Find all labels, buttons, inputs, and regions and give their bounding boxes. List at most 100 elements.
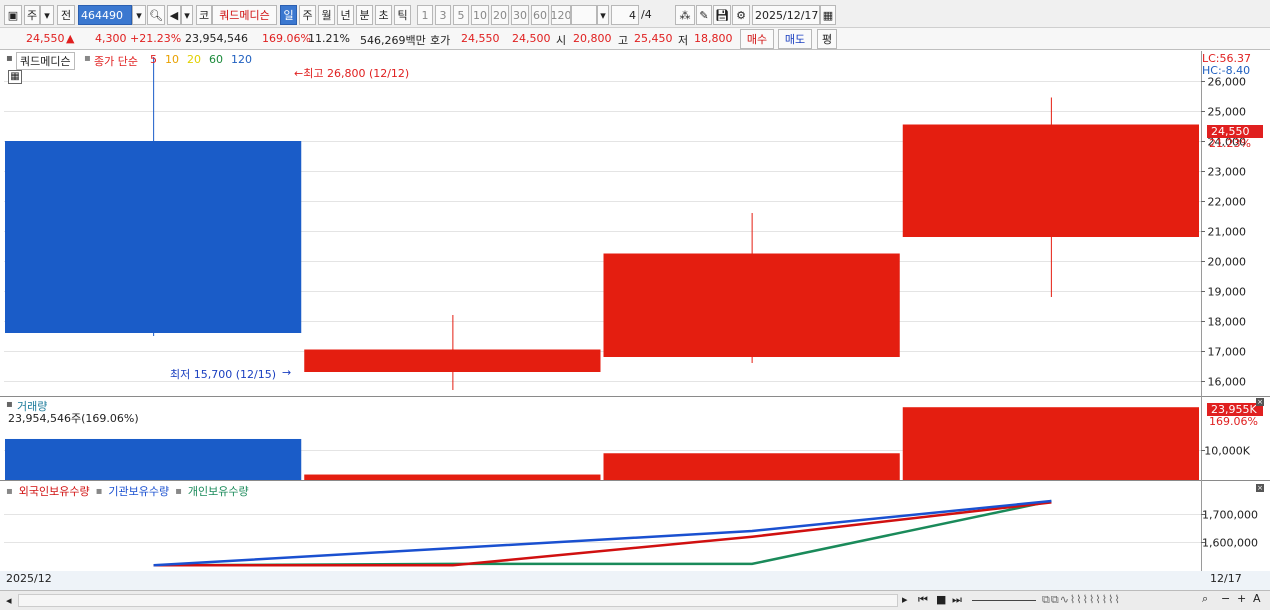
horizontal-scrollbar[interactable] [18,594,898,607]
window-menu-icon[interactable]: ▣ [4,5,22,25]
zoom-in-icon[interactable]: + [1237,592,1246,605]
buy-button[interactable]: 매수 [740,29,774,49]
save-icon[interactable]: 💾︎ [713,5,731,25]
interval-button-3[interactable]: 10 [471,5,489,25]
high-price: 25,450 [634,32,673,45]
volume-percent: 169.06% [1209,415,1258,428]
interval-button-6[interactable]: 60 [531,5,549,25]
page-value: 4 [629,8,636,22]
stock-name-field[interactable]: 쿼드메디슨 [212,5,277,25]
zoom-slider[interactable] [972,600,1036,601]
volume-bar [902,407,1199,480]
draw-icon[interactable]: ✎ [696,5,712,25]
price-tick-label: 25,000 [1208,106,1247,119]
interval-button-0[interactable]: 1 [417,5,433,25]
sell-button[interactable]: 매도 [778,29,812,49]
ma-legend-item: 10 [165,53,179,66]
item-type-label: 주 [26,9,38,22]
period-tab-2[interactable]: 월 [318,5,335,25]
pane-marker-icon: ▪ [6,53,13,64]
zoom-search-icon[interactable]: ⌕ [1202,592,1208,606]
hoga-label: 호가 [430,34,451,47]
interval-dropdown-icon[interactable]: ▾ [597,5,609,25]
x-axis-start: 2025/12 [6,572,52,585]
low-annotation: 최저 15,700 (12/15) [170,368,277,381]
interval-custom-input[interactable] [571,5,597,25]
holdings-close-icon[interactable]: × [1256,484,1264,492]
code-dropdown-icon[interactable]: ▾ [132,5,146,25]
calendar-icon[interactable]: ▦ [820,5,836,25]
price-tick-label: 22,000 [1208,196,1247,209]
volume-value: 23,954,546 [185,32,248,45]
link-icon[interactable]: ⁂ [675,5,695,25]
holdings-legend-item: 외국인보유수량 [18,485,90,498]
period-tab-3[interactable]: 년 [337,5,354,25]
open-label: 시 [556,34,567,47]
first-page-icon[interactable]: ⏮ [918,593,928,607]
scroll-right-icon[interactable]: ▸ [902,593,908,606]
page-input[interactable]: 4 [611,5,639,25]
prev-label: 전 [60,9,72,22]
speaker-icon[interactable]: ◀ [167,5,181,25]
quote-bar: 24,550 ▲ 4,300 +21.23% 23,954,546 169.06… [0,28,1270,50]
price-tick-label: 19,000 [1208,286,1247,299]
ma-legend-item: 60 [209,53,223,66]
price-pane-title[interactable]: 쿼드메디슨 [16,52,75,70]
settings-gear-icon[interactable]: ⚙ [732,5,750,25]
low-label: 저 [678,34,689,47]
period-tab-5[interactable]: 초 [375,5,392,25]
interval-button-5[interactable]: 30 [511,5,529,25]
open-price: 20,800 [573,32,612,45]
change-amount: 4,300 [95,32,127,45]
table-grid-icon[interactable]: ▦ [8,70,22,84]
x-axis-end: 12/17 [1210,572,1242,585]
market-type-badge: 코 [196,5,212,25]
font-size-icon[interactable]: A [1253,592,1261,605]
candle-body [902,124,1199,237]
period-tab-0[interactable]: 일 [280,5,297,25]
legend-marker-icon: ▪ [6,485,13,497]
change-arrow-icon: ▲ [66,32,75,45]
interval-button-2[interactable]: 5 [453,5,469,25]
stock-name: 쿼드메디슨 [219,9,270,22]
stock-code-value: 464490 [81,8,123,22]
legend-marker-icon: ▪ [175,485,182,497]
price-tick-label: 23,000 [1208,166,1247,179]
period-tab-1[interactable]: 주 [299,5,316,25]
legend-marker-icon: ▪ [84,53,91,64]
bid-price: 24,500 [512,32,551,45]
interval-button-1[interactable]: 3 [435,5,451,25]
speaker-dropdown-icon[interactable]: ▾ [181,5,193,25]
interval-button-4[interactable]: 20 [491,5,509,25]
candle-body [304,349,601,372]
current-price: 24,550 [26,32,65,45]
period-tab-4[interactable]: 분 [356,5,373,25]
chart-canvas[interactable]: 26,00025,00024,00023,00022,00021,00020,0… [0,51,1270,591]
sell-label: 매도 [784,33,806,46]
ma-legend-item: 120 [231,53,252,66]
prev-button[interactable]: 전 [57,5,75,25]
last-page-icon[interactable]: ⏭ [952,593,962,607]
date-value: 2025/12/17 [755,8,819,22]
holdings-legend: ▪ 외국인보유수량 ▪ 기관보유수량 ▪ 개인보유수량 [6,483,249,499]
period-tab-6[interactable]: 틱 [394,5,411,25]
price-tick-label: 16,000 [1208,376,1247,389]
search-icon[interactable]: 🔍︎ [147,5,165,25]
item-type-selector[interactable]: 주 [24,5,40,25]
zoom-out-icon[interactable]: − [1221,592,1230,605]
volume-close-icon[interactable]: × [1256,398,1264,406]
item-type-dropdown-icon[interactable]: ▾ [40,5,54,25]
bottom-toolbar: ◂ ▸ ⏮ ■ ⏭ ⧉⧉∿⌇⌇⌇⌇⌇⌇⌇⌇ ⌕ − + A [0,590,1270,610]
stop-icon[interactable]: ■ [936,593,946,606]
date-input[interactable]: 2025/12/17 [752,5,820,25]
interval-button-7[interactable]: 120 [551,5,571,25]
price-tick-label: 17,000 [1208,346,1247,359]
last-price-percent: 21.23% [1209,137,1251,150]
avg-label: 평 [821,33,833,46]
avg-button[interactable]: 평 [817,29,837,49]
buy-label: 매수 [746,33,768,46]
drawing-tools-icons[interactable]: ⧉⧉∿⌇⌇⌇⌇⌇⌇⌇⌇ [1042,593,1121,607]
stock-code-input[interactable]: 464490 [78,5,132,25]
scroll-left-icon[interactable]: ◂ [6,594,12,607]
volume-bar [603,453,900,480]
